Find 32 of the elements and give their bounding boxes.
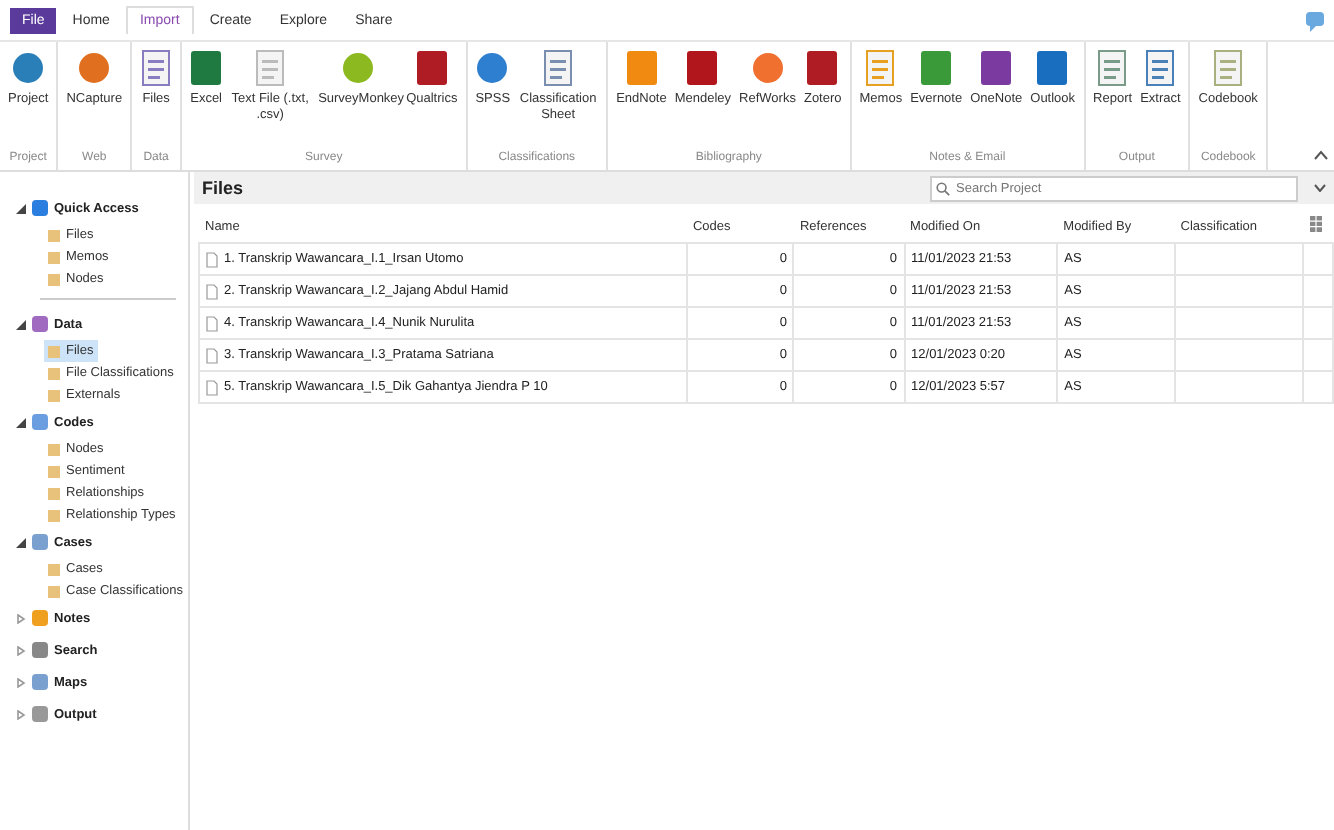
expanded-arrow-icon[interactable] xyxy=(16,319,26,329)
document-icon xyxy=(254,50,287,86)
circle-icon xyxy=(12,50,45,86)
chevron-icon[interactable] xyxy=(1314,150,1328,160)
expanded-arrow-icon[interactable] xyxy=(16,537,26,547)
tile-icon xyxy=(806,50,839,86)
tile-icon xyxy=(190,50,223,86)
collapsed-arrow-icon[interactable] xyxy=(16,677,26,687)
tile-icon xyxy=(415,50,448,86)
tile-icon xyxy=(686,50,719,86)
document-icon xyxy=(1144,50,1177,86)
collapsed-arrow-icon[interactable] xyxy=(16,709,26,719)
tile-icon xyxy=(1036,50,1069,86)
tile-icon xyxy=(625,50,658,86)
document-icon xyxy=(542,50,575,86)
columns-icon[interactable] xyxy=(1309,216,1322,232)
circle-icon xyxy=(342,50,375,86)
document-icon xyxy=(1212,50,1245,86)
collapsed-arrow-icon[interactable] xyxy=(16,613,26,623)
tile-icon xyxy=(980,50,1013,86)
panel-title: Files xyxy=(202,178,246,198)
expanded-arrow-icon[interactable] xyxy=(16,417,26,427)
circle-icon xyxy=(751,50,784,86)
expanded-arrow-icon[interactable] xyxy=(16,203,26,213)
document-icon xyxy=(864,50,897,86)
circle-icon xyxy=(78,50,111,86)
document-icon xyxy=(140,50,173,86)
collapsed-arrow-icon[interactable] xyxy=(16,645,26,655)
tile-icon xyxy=(920,50,953,86)
dropdown-icon[interactable] xyxy=(1314,184,1326,192)
circle-icon xyxy=(476,50,509,86)
document-icon xyxy=(1096,50,1129,86)
